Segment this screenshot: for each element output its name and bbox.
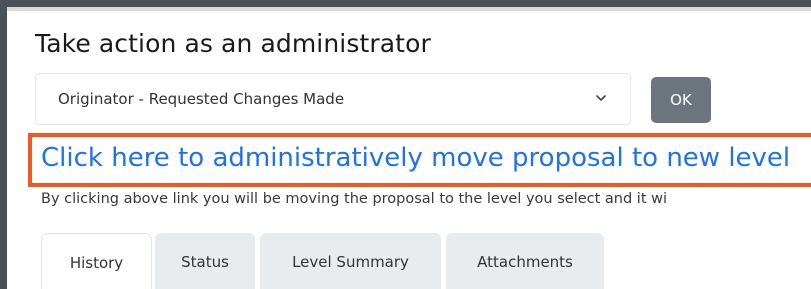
tab-level-summary-label: Level Summary xyxy=(292,253,409,271)
tab-attachments-label: Attachments xyxy=(477,253,573,271)
tab-history-label: History xyxy=(69,254,124,272)
admin-move-level-link[interactable]: Click here to administratively move prop… xyxy=(41,143,790,173)
action-select-value: Originator - Requested Changes Made xyxy=(58,90,345,108)
tab-status[interactable]: Status xyxy=(155,233,255,289)
tab-level-summary[interactable]: Level Summary xyxy=(260,233,441,289)
tab-history[interactable]: History xyxy=(41,233,152,289)
move-level-note: By clicking above link you will be movin… xyxy=(41,191,668,207)
action-select[interactable]: Originator - Requested Changes Made xyxy=(35,73,631,125)
ok-button[interactable]: OK xyxy=(651,77,711,123)
tab-attachments[interactable]: Attachments xyxy=(446,233,604,289)
tab-status-label: Status xyxy=(181,253,229,271)
chevron-down-icon xyxy=(596,95,606,101)
tab-bar: History Status Level Summary Attachments xyxy=(41,233,811,289)
panel-title: Take action as an administrator xyxy=(35,29,431,58)
admin-panel: Take action as an administrator Originat… xyxy=(0,0,811,289)
